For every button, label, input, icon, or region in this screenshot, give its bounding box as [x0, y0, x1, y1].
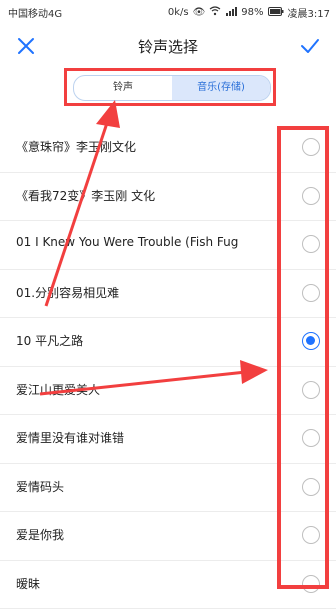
list-item[interactable]: 01 I Knew You Were Trouble (Fish Fug: [0, 221, 336, 270]
radio-button-selected[interactable]: [302, 332, 320, 350]
list-item[interactable]: 爱情里没有谁对谁错: [0, 415, 336, 464]
eye-icon: 👁: [193, 7, 206, 18]
song-title: 10 平凡之路: [16, 332, 83, 349]
list-item[interactable]: 10 平凡之路: [0, 318, 336, 367]
radio-button[interactable]: [302, 526, 320, 544]
wifi-icon: [209, 6, 221, 19]
radio-button[interactable]: [302, 381, 320, 399]
confirm-button[interactable]: [296, 32, 324, 60]
list-item[interactable]: 《看我72变》李玉刚 文化: [0, 173, 336, 222]
battery-text: 98%: [241, 7, 263, 18]
song-title: 《意珠帘》李玉刚文化: [16, 138, 136, 155]
title-bar: 铃声选择: [0, 24, 336, 68]
status-right: 0k/s 👁 98% 凌晨3:17: [168, 5, 330, 20]
tab-music-storage[interactable]: 音乐(存储): [172, 76, 270, 100]
clock-text: 凌晨3:17: [288, 5, 330, 20]
network-speed: 0k/s: [168, 7, 189, 18]
song-title: 爱江山更爱美人: [16, 381, 100, 398]
radio-button[interactable]: [302, 575, 320, 593]
carrier-text: 中国移动4G: [8, 5, 62, 20]
status-bar: 中国移动4G 0k/s 👁 98% 凌晨3:17: [0, 0, 336, 24]
song-title: 暧昧: [16, 575, 40, 592]
check-icon: [300, 37, 320, 55]
list-item[interactable]: 爱江山更爱美人: [0, 367, 336, 416]
song-title: 《看我72变》李玉刚 文化: [16, 187, 155, 204]
list-item[interactable]: 暧昧: [0, 561, 336, 609]
radio-button[interactable]: [302, 429, 320, 447]
source-segment-control: 铃声 音乐(存储): [73, 75, 271, 101]
song-title: 01.分别容易相见难: [16, 284, 119, 301]
segment-annotation-frame: 铃声 音乐(存储): [64, 68, 276, 106]
list-item[interactable]: 爱是你我: [0, 512, 336, 561]
radio-button[interactable]: [302, 187, 320, 205]
song-title: 爱情里没有谁对谁错: [16, 429, 124, 446]
radio-button[interactable]: [302, 235, 320, 253]
tab-ringtone[interactable]: 铃声: [74, 76, 172, 100]
song-title: 爱情码头: [16, 478, 64, 495]
list-item[interactable]: 《意珠帘》李玉刚文化: [0, 124, 336, 173]
page-title: 铃声选择: [0, 36, 336, 57]
list-item[interactable]: 01.分别容易相见难: [0, 270, 336, 319]
song-title: 01 I Knew You Were Trouble (Fish Fug: [16, 235, 238, 249]
radio-button[interactable]: [302, 478, 320, 496]
signal-icon: [225, 6, 237, 19]
song-list: 《意珠帘》李玉刚文化 《看我72变》李玉刚 文化 01 I Knew You W…: [0, 124, 336, 609]
song-title: 爱是你我: [16, 526, 64, 543]
battery-icon: [268, 7, 284, 19]
list-item[interactable]: 爱情码头: [0, 464, 336, 513]
radio-button[interactable]: [302, 138, 320, 156]
radio-button[interactable]: [302, 284, 320, 302]
